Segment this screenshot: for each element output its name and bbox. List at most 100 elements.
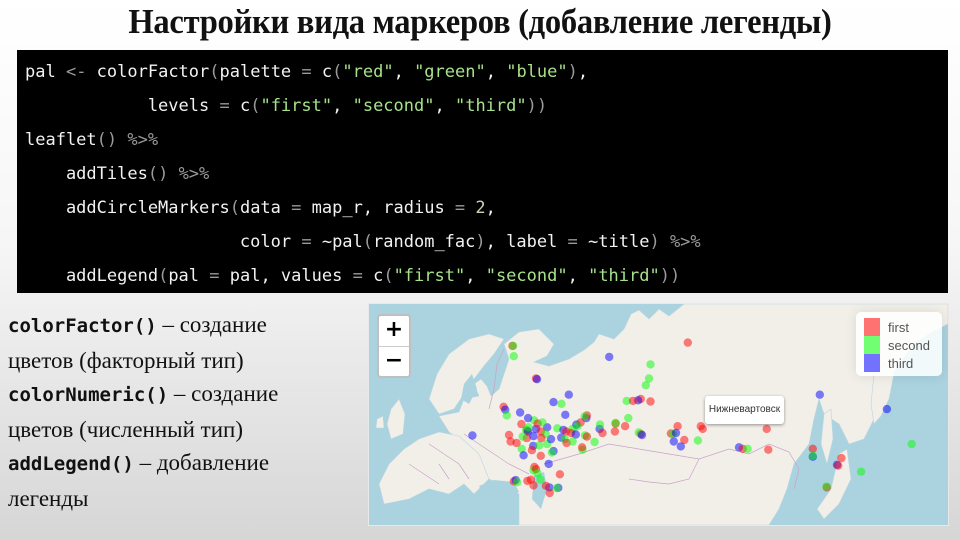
code-token: map_r, radius bbox=[301, 198, 455, 218]
circle-marker-third[interactable] bbox=[515, 408, 525, 417]
code-token: 2 bbox=[475, 198, 486, 218]
circle-marker-second[interactable] bbox=[557, 399, 566, 408]
marker-label-tooltip: Нижневартовск bbox=[705, 396, 784, 424]
circle-marker-second[interactable] bbox=[693, 436, 703, 445]
circle-marker-first[interactable] bbox=[673, 422, 682, 431]
circle-marker-second[interactable] bbox=[502, 411, 511, 420]
circle-marker-second[interactable] bbox=[573, 422, 582, 431]
circle-marker-first[interactable] bbox=[683, 338, 692, 347]
circle-marker-third[interactable] bbox=[637, 430, 647, 440]
circle-marker-third[interactable] bbox=[468, 431, 477, 440]
circle-marker-third[interactable] bbox=[605, 352, 614, 362]
circle-marker-second[interactable] bbox=[538, 418, 547, 427]
legend-swatch-third bbox=[864, 354, 880, 372]
circle-marker-third[interactable] bbox=[882, 404, 892, 414]
circle-marker-first[interactable] bbox=[541, 481, 551, 490]
circle-marker-first[interactable] bbox=[762, 424, 771, 434]
circle-marker-third[interactable] bbox=[529, 431, 538, 441]
code-token: , bbox=[434, 96, 455, 116]
code-token: = bbox=[301, 62, 312, 82]
code-token: , bbox=[393, 62, 415, 82]
circle-marker-second[interactable] bbox=[743, 444, 752, 453]
circle-marker-third[interactable] bbox=[561, 410, 570, 419]
circle-marker-first[interactable] bbox=[620, 422, 630, 431]
code-token: = bbox=[219, 96, 230, 116]
code-line: addCircleMarkers(data = map_r, radius = … bbox=[25, 191, 948, 225]
code-token: , bbox=[577, 62, 589, 82]
circle-marker-first[interactable] bbox=[764, 445, 773, 454]
circle-marker-first[interactable] bbox=[527, 446, 537, 455]
code-token: ( bbox=[362, 232, 374, 252]
circle-marker-first[interactable] bbox=[610, 427, 620, 436]
circle-marker-first[interactable] bbox=[582, 432, 592, 441]
circle-marker-first[interactable] bbox=[536, 451, 545, 460]
circle-marker-second[interactable] bbox=[808, 451, 817, 460]
legend-label: third bbox=[888, 355, 914, 371]
note-description-cont: легенды bbox=[8, 485, 89, 511]
circle-marker-first[interactable] bbox=[696, 422, 705, 431]
code-line: addTiles() %>% bbox=[25, 157, 948, 191]
circle-marker-third[interactable] bbox=[523, 413, 533, 423]
circle-marker-second[interactable] bbox=[611, 418, 620, 428]
code-token: , bbox=[485, 62, 507, 82]
circle-marker-third[interactable] bbox=[815, 390, 824, 399]
circle-marker-second[interactable] bbox=[641, 381, 650, 390]
code-line: addLegend(pal = pal, values = c("first",… bbox=[25, 259, 948, 293]
code-token: , bbox=[485, 198, 496, 218]
circle-marker-second[interactable] bbox=[822, 482, 831, 491]
circle-marker-second[interactable] bbox=[513, 478, 522, 487]
code-token: data bbox=[239, 198, 292, 218]
note-item: colorNumeric() – создание цветов (числен… bbox=[8, 377, 358, 446]
legend-swatch-first bbox=[864, 318, 880, 336]
circle-marker-second[interactable] bbox=[907, 439, 916, 449]
circle-marker-first[interactable] bbox=[506, 437, 515, 446]
circle-marker-first[interactable] bbox=[598, 428, 607, 438]
circle-marker-third[interactable] bbox=[532, 375, 542, 384]
code-token: ( bbox=[250, 96, 261, 116]
circle-marker-second[interactable] bbox=[508, 341, 518, 351]
circle-marker-first[interactable] bbox=[628, 396, 638, 406]
circle-marker-second[interactable] bbox=[547, 448, 557, 457]
zoom-out-button[interactable]: − bbox=[379, 347, 409, 377]
code-token: "second" bbox=[352, 96, 435, 116]
code-token: leaflet bbox=[25, 130, 97, 150]
circle-marker-third[interactable] bbox=[519, 451, 528, 460]
circle-marker-third[interactable] bbox=[549, 397, 558, 407]
circle-marker-third[interactable] bbox=[564, 390, 573, 399]
code-token: %>% bbox=[669, 232, 701, 252]
circle-marker-first[interactable] bbox=[555, 470, 565, 479]
circle-marker-third[interactable] bbox=[669, 437, 678, 446]
circle-marker-second[interactable] bbox=[535, 441, 544, 450]
note-description: – создание bbox=[156, 312, 267, 337]
circle-marker-second[interactable] bbox=[509, 352, 518, 361]
code-token: ( bbox=[229, 198, 240, 218]
circle-marker-first[interactable] bbox=[680, 435, 689, 445]
code-token: addLegend bbox=[25, 266, 159, 286]
note-item: colorFactor() – создание цветов (факторн… bbox=[8, 308, 358, 377]
code-token: palette bbox=[219, 62, 302, 82]
leaflet-map[interactable]: + − Нижневартовск first second third bbox=[368, 303, 949, 526]
circle-marker-second[interactable] bbox=[552, 484, 561, 493]
circle-marker-second[interactable] bbox=[624, 413, 633, 423]
code-token: ~pal bbox=[311, 232, 363, 252]
circle-marker-second[interactable] bbox=[524, 423, 533, 432]
note-description: – добавление bbox=[133, 450, 270, 475]
circle-marker-second[interactable] bbox=[590, 437, 599, 447]
zoom-in-button[interactable]: + bbox=[379, 316, 409, 347]
circle-marker-second[interactable] bbox=[595, 420, 605, 429]
circle-marker-second[interactable] bbox=[568, 437, 577, 446]
circle-marker-second[interactable] bbox=[646, 360, 655, 369]
circle-marker-first[interactable] bbox=[646, 397, 655, 406]
circle-marker-second[interactable] bbox=[518, 432, 527, 441]
circle-marker-first[interactable] bbox=[529, 481, 538, 490]
map-legend: first second third bbox=[856, 312, 942, 376]
circle-marker-first[interactable] bbox=[834, 461, 843, 470]
circle-marker-second[interactable] bbox=[856, 467, 866, 476]
circle-marker-first[interactable] bbox=[577, 443, 587, 452]
circle-marker-third[interactable] bbox=[544, 459, 553, 469]
code-line: leaflet() %>% bbox=[25, 123, 948, 157]
code-token: levels bbox=[25, 96, 220, 116]
circle-marker-first[interactable] bbox=[545, 488, 554, 498]
circle-marker-first[interactable] bbox=[537, 433, 546, 443]
